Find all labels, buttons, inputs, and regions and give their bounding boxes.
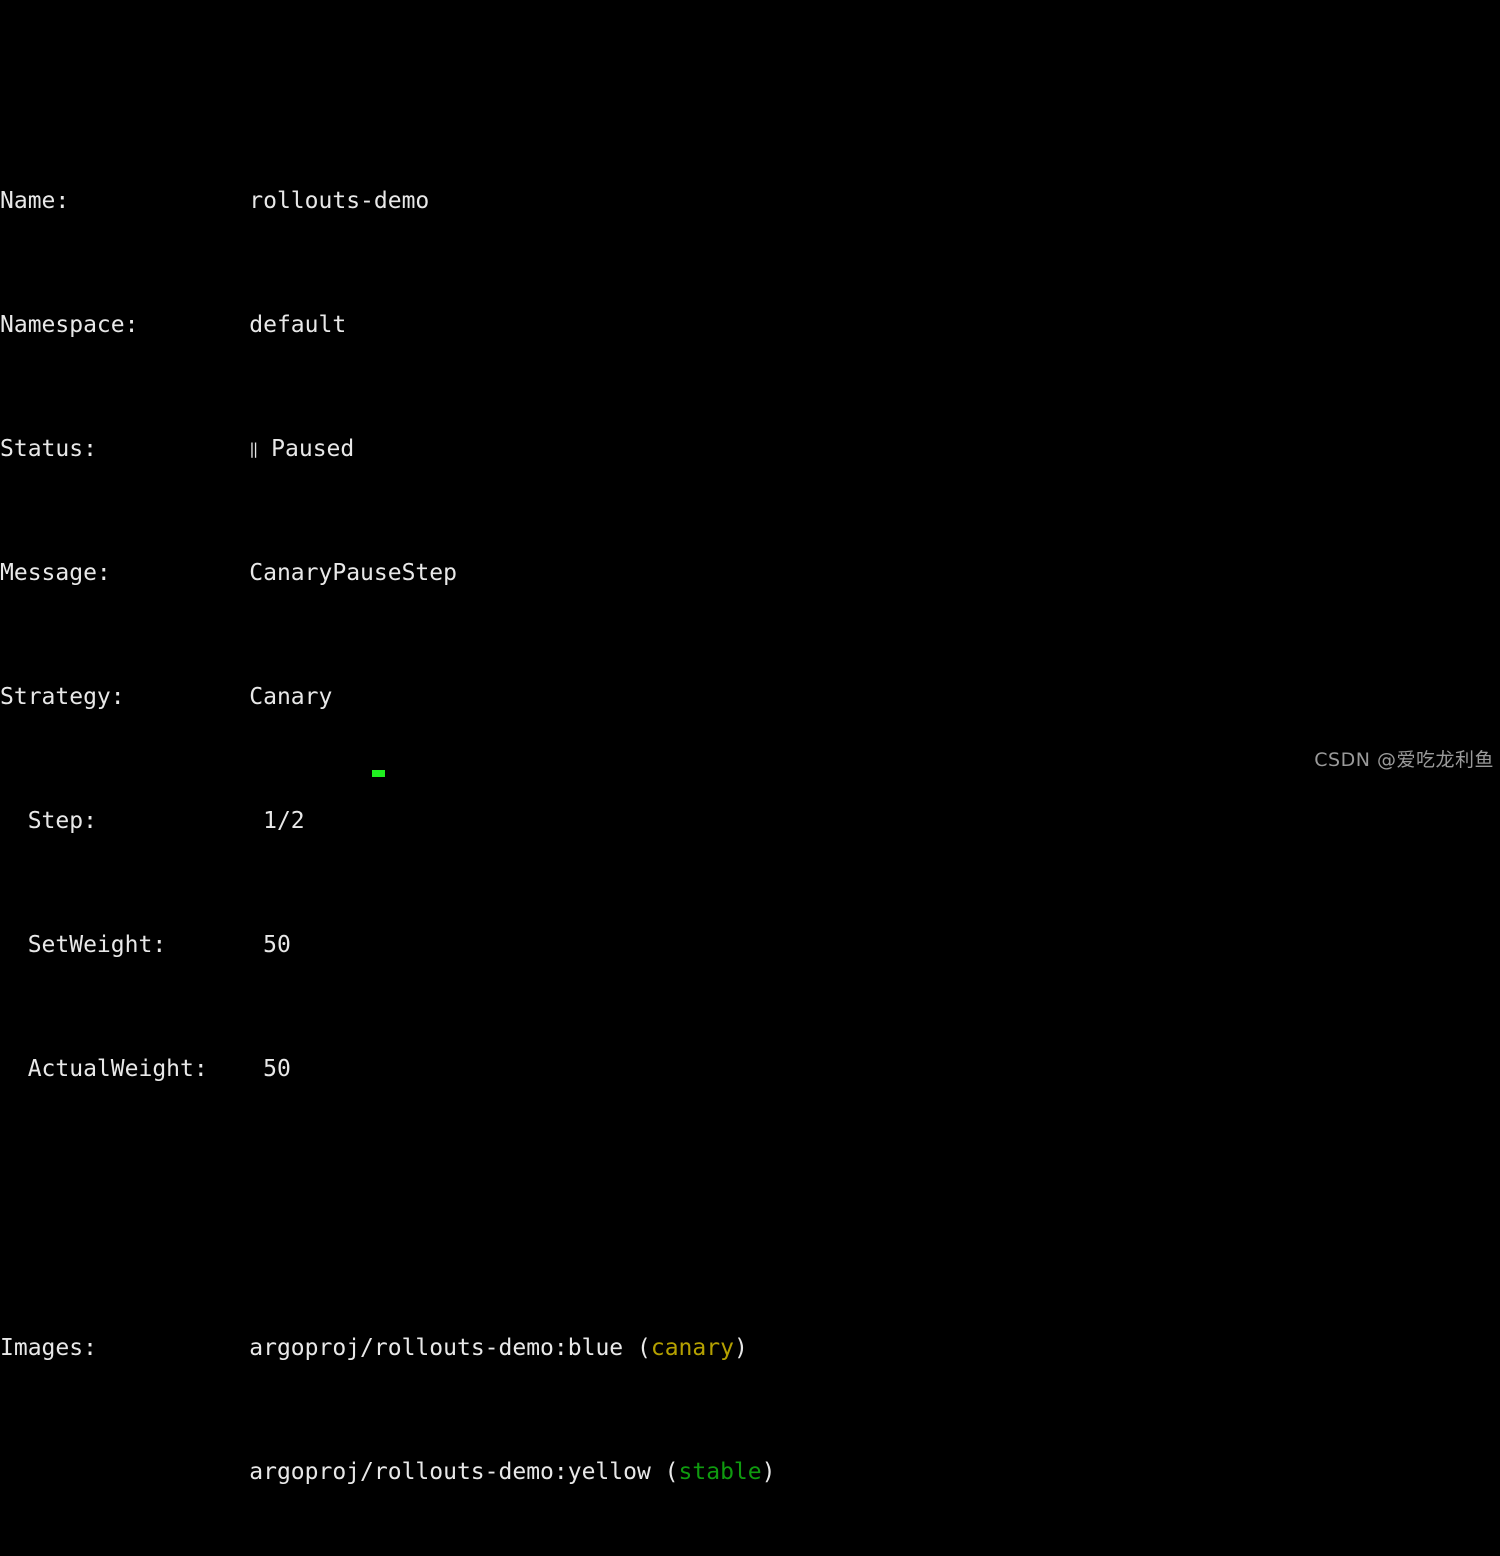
summary-label-step: Step: <box>0 808 97 834</box>
watermark-text: CSDN @爱吃龙利鱼 <box>1314 749 1494 771</box>
summary-line-namespace: Namespace: default <box>0 310 1500 341</box>
summary-label-namespace: Namespace: <box>0 312 139 338</box>
summary-line-status: Status: ‖ Paused <box>0 434 1500 465</box>
summary-line-actualweight: ActualWeight: 50 <box>0 1054 1500 1085</box>
summary-pad-6 <box>166 932 263 958</box>
terminal-cursor <box>372 770 385 777</box>
image-name-0: argoproj/rollouts-demo:blue <box>249 1335 624 1361</box>
images-line-0: Images: argoproj/rollouts-demo:blue (can… <box>0 1333 1500 1364</box>
image-paren-close-0: ) <box>733 1335 748 1361</box>
summary-value-step: 1/2 <box>263 808 305 834</box>
image-tag-1: stable <box>678 1459 762 1485</box>
summary-label-status: Status: <box>0 436 97 462</box>
terminal-window[interactable]: Name: rollouts-demo Namespace: default S… <box>0 0 1500 1485</box>
summary-value-namespace: default <box>249 312 347 338</box>
rollout-summary: Name: rollouts-demo Namespace: default S… <box>0 124 1500 1147</box>
images-label: Images: <box>0 1335 97 1361</box>
summary-value-strategy: Canary <box>249 684 333 710</box>
image-paren-open-0: ( <box>623 1335 651 1361</box>
summary-label-actualweight: ActualWeight: <box>0 1056 208 1082</box>
summary-value-message: CanaryPauseStep <box>249 560 457 586</box>
summary-label-message: Message: <box>0 560 111 586</box>
rollout-images: Images: argoproj/rollouts-demo:blue (can… <box>0 1271 1500 1550</box>
summary-pad-7 <box>208 1056 263 1082</box>
summary-line-setweight: SetWeight: 50 <box>0 930 1500 961</box>
summary-pad-4 <box>125 684 250 710</box>
summary-label-setweight: SetWeight: <box>0 932 167 958</box>
summary-line-strategy: Strategy: Canary <box>0 682 1500 713</box>
summary-pad-3 <box>111 560 249 586</box>
images-pad-0 <box>97 1335 249 1361</box>
images-line-1: argoproj/rollouts-demo:yellow (stable) <box>0 1457 1500 1488</box>
image-tag-0: canary <box>650 1335 734 1361</box>
summary-value-setweight: 50 <box>263 932 291 958</box>
image-paren-close-1: ) <box>761 1459 776 1485</box>
summary-status-gap <box>257 436 271 462</box>
summary-value-name: rollouts-demo <box>249 188 430 214</box>
summary-pad-1 <box>138 312 249 338</box>
summary-value-actualweight: 50 <box>263 1056 291 1082</box>
images-pad-1 <box>0 1459 249 1485</box>
summary-value-status: Paused <box>271 436 355 462</box>
image-name-1: argoproj/rollouts-demo:yellow <box>249 1459 651 1485</box>
summary-label-name: Name: <box>0 188 70 214</box>
summary-line-step: Step: 1/2 <box>0 806 1500 837</box>
summary-pad-2 <box>97 436 249 462</box>
summary-pad-0 <box>69 188 249 214</box>
summary-line-name: Name: rollouts-demo <box>0 186 1500 217</box>
summary-pad-5 <box>97 808 263 834</box>
pause-icon: ‖ <box>249 440 258 458</box>
summary-line-message: Message: CanaryPauseStep <box>0 558 1500 589</box>
image-paren-open-1: ( <box>650 1459 679 1485</box>
summary-label-strategy: Strategy: <box>0 684 125 710</box>
